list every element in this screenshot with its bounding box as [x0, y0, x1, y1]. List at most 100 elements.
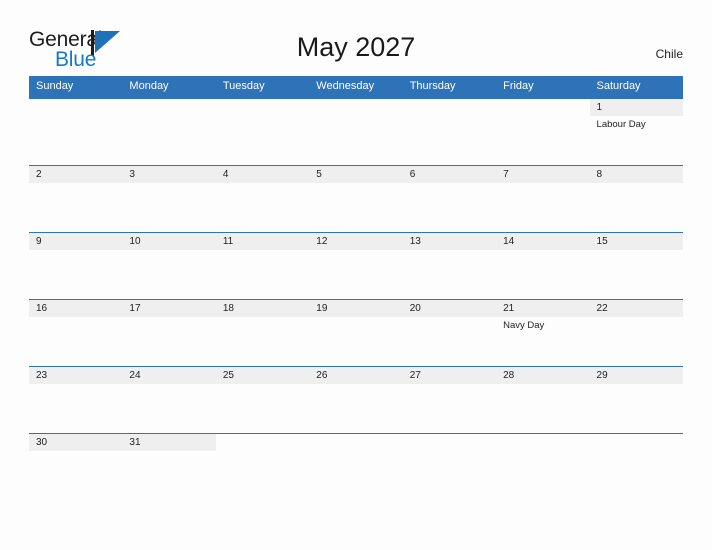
day-number [496, 434, 589, 451]
calendar-day-cell[interactable] [402, 433, 497, 500]
calendar-day-cell[interactable] [122, 98, 216, 166]
calendar-day-cell[interactable] [589, 433, 683, 500]
calendar-day-cell[interactable]: 14 [496, 232, 590, 300]
day-number [216, 99, 309, 116]
day-cell-content: 22 [589, 300, 683, 366]
calendar-day-cell[interactable]: 7 [496, 165, 590, 233]
day-cell-content: 25 [215, 367, 310, 433]
weekday-header-wednesday: Wednesday [309, 76, 403, 99]
calendar-day-cell[interactable] [215, 433, 310, 500]
calendar-day-cell[interactable]: 21 Navy Day [496, 299, 590, 367]
calendar-day-cell[interactable]: 23 [29, 366, 123, 434]
calendar-day-cell[interactable]: 1 Labour Day [589, 98, 683, 166]
calendar-day-cell[interactable]: 17 [122, 299, 216, 367]
calendar-day-cell[interactable] [402, 98, 497, 166]
calendar-day-cell[interactable]: 28 [496, 366, 590, 434]
calendar-day-cell[interactable]: 4 [215, 165, 310, 233]
day-number: 16 [36, 303, 48, 314]
calendar-day-cell[interactable]: 29 [589, 366, 683, 434]
calendar-week-row: 16 17 18 19 20 21 Navy Day 22 [29, 299, 683, 367]
day-number: 5 [316, 169, 322, 180]
day-cell-content [496, 99, 589, 165]
page-title: May 2027 [296, 32, 416, 62]
day-number: 15 [596, 236, 608, 247]
general-blue-logo[interactable]: General Blue [29, 28, 179, 72]
triangle-flag-icon [95, 31, 120, 53]
calendar-day-cell[interactable]: 18 [215, 299, 310, 367]
calendar-day-cell[interactable]: 31 [122, 433, 216, 500]
calendar-day-cell[interactable]: 2 [29, 165, 123, 233]
day-cell-content [403, 434, 496, 500]
day-number: 25 [222, 370, 234, 381]
day-number [403, 99, 496, 116]
day-number: 23 [36, 370, 48, 381]
calendar-day-cell[interactable]: 20 [402, 299, 497, 367]
day-cell-content: 29 [589, 367, 683, 433]
day-cell-content: 12 [309, 233, 403, 299]
day-number: 10 [129, 236, 141, 247]
calendar-day-cell[interactable]: 5 [309, 165, 403, 233]
calendar-day-cell[interactable] [496, 98, 590, 166]
calendar-day-cell[interactable]: 3 [122, 165, 216, 233]
calendar-day-cell[interactable]: 12 [309, 232, 403, 300]
day-cell-content: 7 [496, 166, 590, 232]
day-cell-content: 11 [215, 233, 310, 299]
calendar-day-cell[interactable]: 15 [589, 232, 683, 300]
calendar-day-cell[interactable] [309, 98, 403, 166]
calendar-week-row: 9 10 11 12 13 14 15 [29, 232, 683, 300]
calendar-day-cell[interactable]: 6 [402, 165, 497, 233]
day-number: 6 [409, 169, 416, 180]
calendar-day-cell[interactable]: 22 [589, 299, 683, 367]
calendar-day-cell[interactable]: 26 [309, 366, 403, 434]
day-cell-content: 18 [215, 300, 310, 366]
day-cell-content: 26 [309, 367, 403, 433]
calendar-day-cell[interactable] [309, 433, 403, 500]
calendar-day-cell[interactable]: 13 [402, 232, 497, 300]
calendar-day-cell[interactable] [496, 433, 590, 500]
day-number [309, 434, 402, 451]
day-number: 21 [503, 303, 515, 314]
day-cell-content: 6 [402, 166, 497, 232]
calendar-day-cell[interactable]: 30 [29, 433, 123, 500]
calendar-day-cell[interactable]: 16 [29, 299, 123, 367]
day-number: 3 [129, 169, 135, 180]
day-number: 1 [596, 102, 603, 113]
calendar-day-cell[interactable]: 11 [215, 232, 310, 300]
weekday-header-sunday: Sunday [29, 76, 123, 99]
logo-text-blue: Blue [55, 48, 97, 71]
day-cell-content: 15 [589, 233, 683, 299]
day-cell-content: 24 [122, 367, 216, 433]
calendar-page: General Blue May 2027 Chile Sunday Monda… [0, 0, 712, 550]
calendar-body: 1 Labour Day 2 3 4 5 6 7 8 9 10 11 12 13 14 15 16 17 18 19 2… [29, 98, 683, 500]
calendar-day-cell[interactable]: 19 [309, 299, 403, 367]
day-cell-content [29, 99, 122, 165]
day-cell-content: 9 [29, 233, 123, 299]
calendar-day-cell[interactable]: 27 [402, 366, 497, 434]
calendar-day-cell[interactable] [215, 98, 310, 166]
day-cell-content: 3 [122, 166, 216, 232]
day-cell-content [590, 434, 683, 500]
day-cell-content [216, 99, 309, 165]
day-number: 4 [222, 169, 229, 180]
day-number [29, 99, 122, 116]
day-cell-content: 19 [309, 300, 403, 366]
calendar-day-cell[interactable]: 10 [122, 232, 216, 300]
calendar-day-cell[interactable]: 25 [215, 366, 310, 434]
day-number [216, 434, 309, 451]
calendar-day-cell[interactable]: 24 [122, 366, 216, 434]
day-cell-content [403, 99, 496, 165]
day-cell-content [309, 99, 402, 165]
day-number: 2 [36, 169, 42, 180]
calendar-header-row: Sunday Monday Tuesday Wednesday Thursday… [29, 76, 683, 99]
calendar-day-cell[interactable]: 9 [29, 232, 123, 300]
holiday-label: Labour Day [596, 119, 646, 130]
day-number: 18 [222, 303, 234, 314]
day-number: 22 [596, 303, 608, 314]
day-cell-content: 5 [309, 166, 403, 232]
day-number: 29 [596, 370, 608, 381]
calendar-day-cell[interactable] [29, 98, 123, 166]
calendar-day-cell[interactable]: 8 [589, 165, 683, 233]
calendar-week-row: 23 24 25 26 27 28 29 [29, 366, 683, 434]
calendar-table: Sunday Monday Tuesday Wednesday Thursday… [29, 76, 683, 500]
day-cell-content: 21 Navy Day [496, 300, 590, 366]
